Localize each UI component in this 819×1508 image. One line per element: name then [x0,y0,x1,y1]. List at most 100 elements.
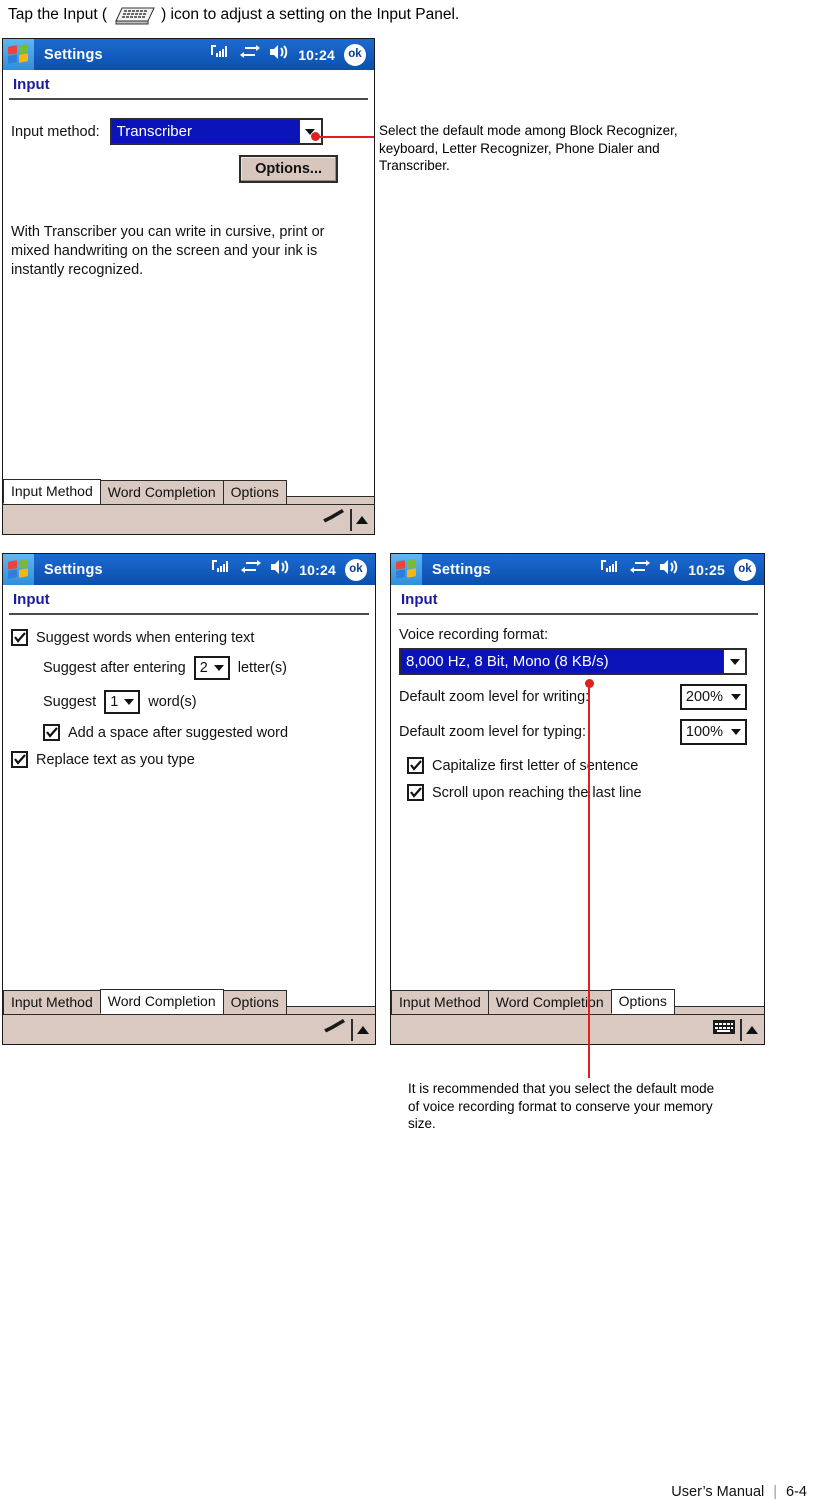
tab-options[interactable]: Options [222,479,287,504]
tab-input-method[interactable]: Input Method [3,989,101,1014]
tab-input-method[interactable]: Input Method [3,478,101,504]
intro-text-before: Tap the Input ( [8,6,108,23]
suggest-words-row[interactable]: Suggest words when entering text [11,629,367,646]
sip-separator [351,1018,353,1041]
connectivity-icon[interactable] [630,559,651,580]
pda-screen-input-method: Settings 10:24 ok Input Input method: Tr… [2,38,375,535]
tabstrip: Input Method Word Completion Options [3,477,374,504]
ok-button[interactable]: ok [734,558,756,581]
input-method-select[interactable]: Transcriber [109,118,323,145]
window-title: Settings [44,561,103,578]
tabstrip: Input Method Word Completion Options [391,987,764,1014]
scroll-last-line-label: Scroll upon reaching the last line [432,784,642,801]
options-button[interactable]: Options... [239,155,338,183]
tab-filler [285,1006,375,1014]
ok-button[interactable]: ok [344,43,366,66]
suggest-after-row: Suggest after entering 2 letter(s) [11,656,367,680]
pda-screen-options: Settings 10:25 ok Input Voice recording … [390,553,765,1045]
tab-options[interactable]: Options [610,988,675,1014]
replace-text-row[interactable]: Replace text as you type [11,751,367,768]
windows-flag-icon [395,558,418,580]
page-title: Input [13,591,50,608]
footer-page-number: 6-4 [786,1484,807,1500]
add-space-label: Add a space after suggested word [68,724,289,741]
titlebar-icons: 10:24 ok [211,43,366,66]
zoom-writing-row: Default zoom level for writing: 200% [399,684,747,710]
tabstrip: Input Method Word Completion Options [3,987,375,1014]
tab-word-completion[interactable]: Word Completion [99,479,224,504]
tab-options[interactable]: Options [222,989,287,1014]
input-method-label: Input method: [11,123,100,140]
manual-page: Tap the Input ( ) icon to adjust a setti… [0,0,819,1508]
chevron-up-icon[interactable] [357,1025,369,1034]
capitalize-row[interactable]: Capitalize first letter of sentence [399,757,756,774]
scroll-last-line-row[interactable]: Scroll upon reaching the last line [399,784,756,801]
zoom-writing-select[interactable]: 200% [679,684,747,710]
speaker-icon[interactable] [659,559,679,580]
options-button-row: Options... [11,155,366,183]
chevron-down-icon[interactable] [124,699,135,705]
signal-bars-icon[interactable] [601,559,621,580]
page-title: Input [401,591,438,608]
chevron-up-icon[interactable] [746,1025,758,1034]
suggest-count-value: 1 [110,694,119,710]
replace-text-label: Replace text as you type [36,751,195,768]
speaker-icon[interactable] [270,559,290,580]
windows-flag-icon [7,558,30,580]
zoom-writing-label: Default zoom level for writing: [399,689,590,705]
scroll-last-line-checkbox[interactable] [407,784,424,801]
connectivity-icon[interactable] [240,44,261,65]
handwriting-pen-icon[interactable] [323,1017,347,1042]
signal-bars-icon[interactable] [211,44,231,65]
chevron-down-icon[interactable] [723,650,745,673]
add-space-checkbox[interactable] [43,724,60,741]
connectivity-icon[interactable] [241,559,262,580]
soft-input-bar [391,1014,764,1044]
intro-text-after: ) icon to adjust a setting on the Input … [161,6,460,23]
tab-word-completion[interactable]: Word Completion [99,988,224,1014]
windows-flag-icon [7,43,30,65]
keyboard-icon[interactable] [712,1018,736,1041]
page-footer: User’s Manual | 6-4 [671,1484,807,1500]
window-title: Settings [44,46,103,63]
suggest-after-select[interactable]: 2 [193,656,230,680]
screen3-body: Voice recording format: 8,000 Hz, 8 Bit,… [391,615,764,801]
chevron-up-icon[interactable] [356,515,368,524]
clock: 10:24 [298,46,335,63]
suggest-after-value: 2 [199,660,208,676]
capitalize-checkbox[interactable] [407,757,424,774]
titlebar: Settings [3,554,375,585]
suggest-words-checkbox[interactable] [11,629,28,646]
sip-separator [740,1018,742,1041]
clock: 10:25 [688,561,725,578]
tab-input-method[interactable]: Input Method [391,989,489,1014]
keyboard-icon [113,5,155,25]
titlebar: Settings [391,554,764,585]
ok-button[interactable]: ok [345,558,367,581]
tab-word-completion[interactable]: Word Completion [487,989,612,1014]
chevron-down-icon[interactable] [731,729,741,735]
zoom-typing-label: Default zoom level for typing: [399,724,586,740]
pda-screen-word-completion: Settings 10:24 ok Input Suggest words wh… [2,553,376,1045]
zoom-typing-row: Default zoom level for typing: 100% [399,719,747,745]
handwriting-pen-icon[interactable] [322,507,346,532]
suggest-count-suffix: word(s) [148,694,197,710]
titlebar-icons: 10:25 ok [601,558,756,581]
voice-format-select[interactable]: 8,000 Hz, 8 Bit, Mono (8 KB/s) [399,648,747,675]
annotation2-text: It is recommended that you select the de… [408,1081,715,1131]
start-button[interactable] [391,554,422,585]
speaker-icon[interactable] [269,44,289,65]
zoom-writing-value: 200% [685,689,723,705]
input-method-value: Transcriber [111,120,299,143]
start-button[interactable] [3,554,34,585]
start-button[interactable] [3,39,34,70]
signal-bars-icon[interactable] [212,559,232,580]
add-space-row[interactable]: Add a space after suggested word [11,724,367,741]
replace-text-checkbox[interactable] [11,751,28,768]
sip-separator [350,508,352,531]
chevron-down-icon[interactable] [731,694,741,700]
chevron-down-icon[interactable] [213,665,224,671]
zoom-typing-select[interactable]: 100% [679,719,747,745]
zoom-typing-value: 100% [685,724,723,740]
suggest-count-select[interactable]: 1 [104,690,141,714]
